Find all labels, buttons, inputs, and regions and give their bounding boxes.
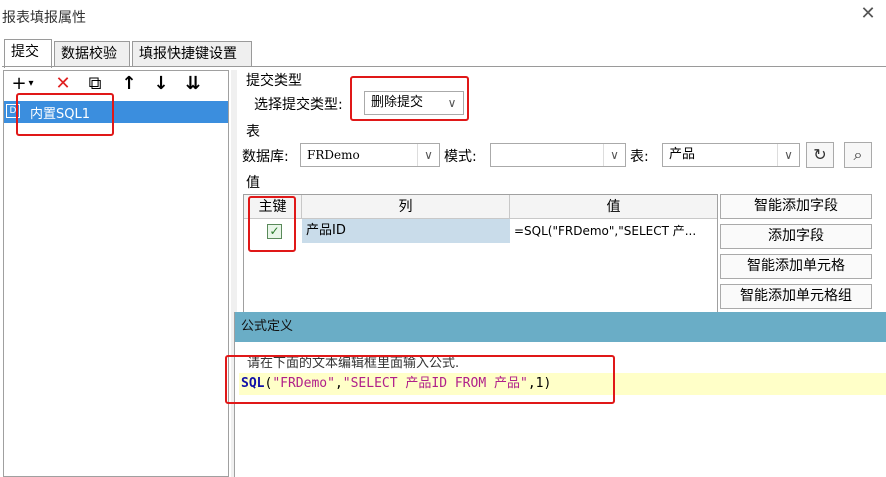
database-label: 数据库:: [242, 149, 289, 165]
close-icon[interactable]: ✕: [858, 4, 878, 24]
smart-add-fields-button[interactable]: 智能添加字段: [720, 194, 872, 219]
column-cell[interactable]: 产品ID: [302, 219, 510, 243]
submit-type-section-label: 提交类型: [246, 73, 302, 89]
highlight-formula: [225, 355, 615, 404]
highlight-submit-type: [350, 76, 469, 121]
add-field-button[interactable]: 添加字段: [720, 224, 872, 249]
window-title: 报表填报属性: [2, 10, 86, 26]
value-cell[interactable]: =SQL("FRDemo","SELECT 产...: [510, 219, 717, 243]
values-section-label: 值: [246, 175, 260, 191]
column-header-value: 值: [510, 195, 717, 219]
table-label: 表:: [630, 149, 649, 165]
tab-data-validation[interactable]: 数据校验: [54, 41, 130, 67]
highlight-tree-item: [16, 93, 114, 136]
table-section-label: 表: [246, 124, 260, 140]
chevron-down-icon: ∨: [603, 144, 625, 166]
move-down-icon[interactable]: ↓: [150, 72, 172, 96]
schema-label: 模式:: [444, 149, 477, 165]
chevron-down-icon: ∨: [777, 144, 799, 166]
submit-type-label: 选择提交类型:: [254, 97, 343, 113]
chevron-down-icon: ∨: [417, 144, 439, 166]
preview-icon[interactable]: ⌕: [844, 142, 872, 168]
formula-panel-title: 公式定义: [235, 312, 886, 342]
database-select[interactable]: FRDemo ∨: [300, 143, 440, 167]
highlight-primary-key: [248, 196, 296, 252]
table-row[interactable]: ✓ 产品ID =SQL("FRDemo","SELECT 产...: [244, 219, 717, 243]
database-value: FRDemo: [307, 148, 360, 162]
schema-select[interactable]: ∨: [490, 143, 626, 167]
sort-icon[interactable]: ⇊: [182, 72, 204, 96]
values-table: 主键 列 值 ✓ 产品ID =SQL("FRDemo","SELECT 产...: [243, 194, 718, 314]
table-select[interactable]: 产品 ∨: [662, 143, 800, 167]
tab-shortcut-settings[interactable]: 填报快捷键设置: [132, 41, 252, 67]
table-value: 产品: [669, 147, 696, 162]
title-bar: 报表填报属性 ✕: [0, 0, 886, 32]
smart-add-cell-group-button[interactable]: 智能添加单元格组: [720, 284, 872, 309]
tab-submit[interactable]: 提交: [4, 39, 52, 68]
smart-add-cells-button[interactable]: 智能添加单元格: [720, 254, 872, 279]
refresh-icon[interactable]: ↻: [806, 142, 834, 168]
move-up-icon[interactable]: ↑: [118, 72, 140, 96]
column-header-column: 列: [302, 195, 510, 219]
